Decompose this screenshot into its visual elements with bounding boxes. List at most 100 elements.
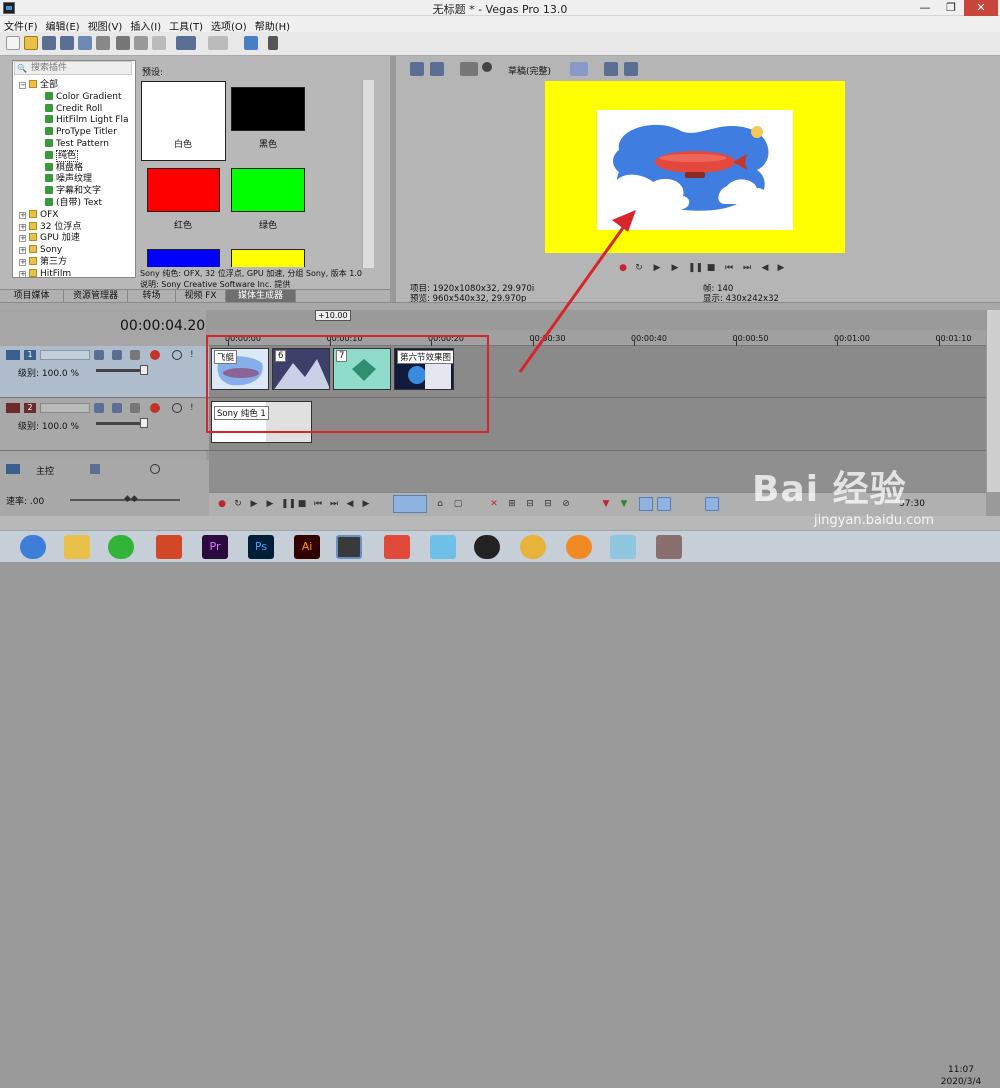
plugin-tree-item[interactable]: (自带) Text (45, 197, 102, 209)
delete-icon[interactable]: ✕ (489, 499, 499, 509)
auto-ripple-icon[interactable] (268, 36, 278, 50)
plugin-tree-item[interactable]: HitFilm Light Fla (45, 114, 128, 126)
preview-properties-icon[interactable] (410, 62, 424, 76)
minimize-button[interactable]: — (912, 0, 938, 16)
go-to-start-icon[interactable]: ⏮ (724, 263, 734, 273)
normal-edit-tool-icon[interactable] (393, 495, 427, 513)
preset-red-swatch[interactable] (147, 168, 220, 212)
plugin-tree-item[interactable]: Credit Roll (45, 103, 102, 115)
mute-icon[interactable] (172, 350, 182, 360)
collapse-icon[interactable]: − (19, 82, 26, 89)
new-icon[interactable] (6, 36, 20, 50)
master-mute-icon[interactable] (150, 464, 160, 474)
redo-icon[interactable] (208, 36, 228, 50)
copy-icon[interactable] (134, 36, 148, 50)
expand-icon[interactable]: + (19, 259, 26, 266)
trim-end-icon[interactable]: ⊟ (543, 499, 553, 509)
paste-icon[interactable] (152, 36, 166, 50)
track-fx-icon[interactable] (112, 403, 122, 413)
record-icon[interactable]: ● (217, 499, 227, 509)
track-settings-icon[interactable] (150, 403, 160, 413)
auto-crossfade-icon[interactable] (657, 497, 671, 511)
split-screen-icon[interactable] (482, 62, 492, 72)
plugin-tree-item[interactable]: 字幕和文字 (45, 185, 101, 197)
plugin-tree-item[interactable]: − 全部 (19, 79, 58, 91)
plugin-tree[interactable]: − 全部 Color Gradient Credit Roll HitFilm Ligh… (12, 60, 136, 278)
timeline-scrollbar[interactable] (986, 310, 1000, 492)
rate-slider-thumb[interactable]: ◆◆ (124, 494, 140, 504)
illustrator-icon[interactable]: Ai (294, 535, 320, 559)
track-2-name-field[interactable] (40, 403, 90, 413)
master-fx-icon[interactable] (90, 464, 100, 474)
play-icon[interactable]: ▶ (265, 499, 275, 509)
solo-icon[interactable]: ! (190, 350, 200, 360)
track-settings-icon[interactable] (150, 350, 160, 360)
plugin-tree-item[interactable]: 棋盘格 (45, 162, 83, 174)
marker-icon[interactable]: ▼ (601, 499, 611, 509)
powerpoint-icon[interactable] (156, 535, 182, 559)
track-2-level-thumb[interactable] (140, 418, 148, 428)
app-icon-2[interactable] (566, 535, 592, 559)
trim-start-icon[interactable]: ⊟ (525, 499, 535, 509)
copy-snapshot-icon[interactable] (604, 62, 618, 76)
region-icon[interactable]: ▼ (619, 499, 629, 509)
chrome-icon[interactable] (520, 535, 546, 559)
prev-frame-icon[interactable]: ◀ (760, 263, 770, 273)
expand-icon[interactable]: + (19, 211, 26, 219)
close-button[interactable]: ✕ (964, 0, 998, 16)
maximize-button[interactable]: ❐ (938, 0, 964, 16)
stop-icon[interactable]: ■ (706, 263, 716, 273)
compositing-mode-icon[interactable] (130, 403, 140, 413)
plugin-tree-item[interactable]: + OFX (19, 209, 58, 221)
compositing-mode-icon[interactable] (130, 350, 140, 360)
overlays-icon[interactable] (570, 62, 588, 76)
pause-icon[interactable]: ❚❚ (688, 263, 703, 273)
app-icon-3[interactable] (610, 535, 636, 559)
plugin-tree-item[interactable]: Test Pattern (45, 138, 109, 150)
go-to-end-icon[interactable]: ⏭ (742, 263, 752, 273)
track-1-level-thumb[interactable] (140, 365, 148, 375)
app-icon[interactable] (384, 535, 410, 559)
render-icon[interactable] (78, 36, 92, 50)
plugin-tree-item[interactable]: + GPU 加速 (19, 232, 80, 244)
plugin-tree-item[interactable]: ProType Titler (45, 126, 117, 138)
envelope-tool-icon[interactable]: ⌂ (435, 499, 445, 509)
record-icon[interactable]: ● (618, 263, 628, 273)
properties-icon[interactable] (96, 36, 110, 50)
go-to-start-icon[interactable]: ⏮ (313, 499, 323, 509)
pane-divider[interactable] (0, 302, 1000, 310)
track-2-header[interactable]: 2 ! 级别: 100.0 % (0, 399, 209, 451)
track-1-name-field[interactable] (40, 350, 90, 360)
go-to-end-icon[interactable]: ⏭ (329, 499, 339, 509)
split-icon[interactable]: ⊘ (561, 499, 571, 509)
plugin-tree-item[interactable]: + Sony (19, 244, 62, 256)
track-2-level-slider[interactable] (96, 422, 146, 425)
preset-blue-swatch[interactable] (147, 249, 220, 267)
cut-icon[interactable] (116, 36, 130, 50)
enable-snapping-icon[interactable] (244, 36, 258, 50)
vegas-taskbar-icon[interactable] (336, 535, 362, 559)
track-motion-icon[interactable] (94, 350, 104, 360)
play-from-start-icon[interactable]: ▶ (249, 499, 259, 509)
plugin-tree-item[interactable]: 纯色 (45, 149, 79, 162)
wechat-icon[interactable] (108, 535, 134, 559)
plugin-search-input[interactable]: 搜索插件 (14, 61, 132, 75)
plugin-tree-item[interactable]: 噪声纹理 (45, 173, 92, 185)
browser-icon[interactable] (20, 535, 46, 559)
open-icon[interactable] (24, 36, 38, 50)
preset-black-swatch[interactable] (231, 87, 305, 131)
play-icon[interactable]: ▶ (670, 263, 680, 273)
track-motion-icon[interactable] (94, 403, 104, 413)
master-bus-header[interactable]: 主控 (0, 460, 209, 480)
expand-icon[interactable]: + (19, 223, 26, 231)
stop-icon[interactable]: ■ (297, 499, 307, 509)
plugin-tree-item[interactable]: +32 位浮点 (19, 221, 81, 233)
next-frame-icon[interactable]: ▶ (361, 499, 371, 509)
loop-icon[interactable]: ↻ (233, 499, 243, 509)
plugin-tree-item[interactable]: + 第三方 (19, 256, 67, 268)
track-fx-icon[interactable] (112, 350, 122, 360)
external-monitor-icon[interactable] (430, 62, 444, 76)
next-frame-icon[interactable]: ▶ (776, 263, 786, 273)
undo-icon[interactable] (176, 36, 196, 50)
play-from-start-icon[interactable]: ▶ (652, 263, 662, 273)
